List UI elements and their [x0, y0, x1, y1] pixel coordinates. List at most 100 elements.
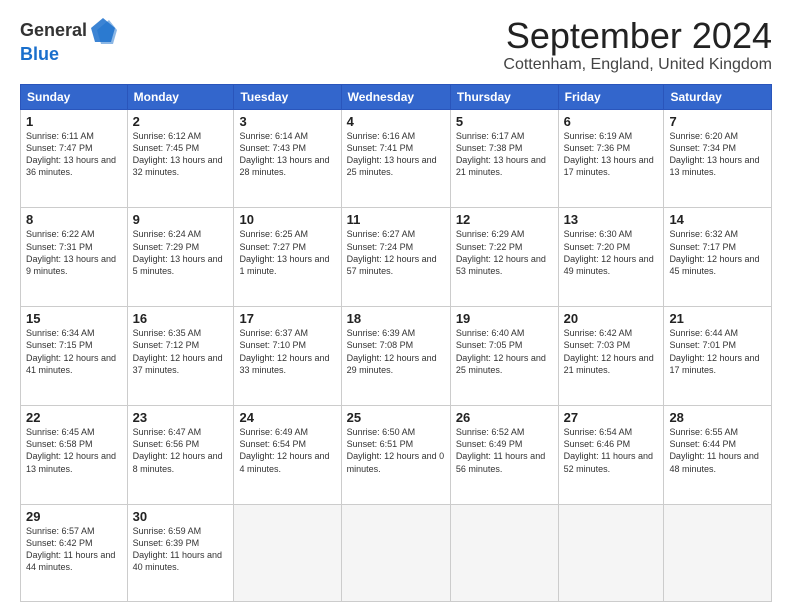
- col-monday: Monday: [127, 84, 234, 109]
- day-number: 28: [669, 410, 766, 425]
- cell-text: Sunrise: 6:50 AMSunset: 6:51 PMDaylight:…: [347, 427, 445, 473]
- month-title: September 2024: [503, 16, 772, 56]
- cell-text: Sunrise: 6:49 AMSunset: 6:54 PMDaylight:…: [239, 427, 329, 473]
- logo-blue-text: Blue: [20, 44, 59, 65]
- table-row: 10 Sunrise: 6:25 AMSunset: 7:27 PMDaylig…: [234, 208, 341, 307]
- col-tuesday: Tuesday: [234, 84, 341, 109]
- table-row: 28 Sunrise: 6:55 AMSunset: 6:44 PMDaylig…: [664, 406, 772, 505]
- table-row: 29 Sunrise: 6:57 AMSunset: 6:42 PMDaylig…: [21, 505, 128, 602]
- day-number: 21: [669, 311, 766, 326]
- day-number: 19: [456, 311, 553, 326]
- calendar-header-row: Sunday Monday Tuesday Wednesday Thursday…: [21, 84, 772, 109]
- table-row: [234, 505, 341, 602]
- day-number: 10: [239, 212, 335, 227]
- logo: General Blue: [20, 16, 117, 65]
- cell-text: Sunrise: 6:52 AMSunset: 6:49 PMDaylight:…: [456, 427, 545, 473]
- cell-text: Sunrise: 6:17 AMSunset: 7:38 PMDaylight:…: [456, 131, 546, 177]
- cell-text: Sunrise: 6:25 AMSunset: 7:27 PMDaylight:…: [239, 229, 329, 275]
- table-row: 19 Sunrise: 6:40 AMSunset: 7:05 PMDaylig…: [450, 307, 558, 406]
- calendar-week-row: 1 Sunrise: 6:11 AMSunset: 7:47 PMDayligh…: [21, 109, 772, 208]
- day-number: 7: [669, 114, 766, 129]
- col-friday: Friday: [558, 84, 664, 109]
- table-row: 11 Sunrise: 6:27 AMSunset: 7:24 PMDaylig…: [341, 208, 450, 307]
- cell-text: Sunrise: 6:40 AMSunset: 7:05 PMDaylight:…: [456, 328, 546, 374]
- table-row: 8 Sunrise: 6:22 AMSunset: 7:31 PMDayligh…: [21, 208, 128, 307]
- cell-text: Sunrise: 6:32 AMSunset: 7:17 PMDaylight:…: [669, 229, 759, 275]
- table-row: 23 Sunrise: 6:47 AMSunset: 6:56 PMDaylig…: [127, 406, 234, 505]
- day-number: 1: [26, 114, 122, 129]
- table-row: 9 Sunrise: 6:24 AMSunset: 7:29 PMDayligh…: [127, 208, 234, 307]
- table-row: 18 Sunrise: 6:39 AMSunset: 7:08 PMDaylig…: [341, 307, 450, 406]
- cell-text: Sunrise: 6:30 AMSunset: 7:20 PMDaylight:…: [564, 229, 654, 275]
- day-number: 16: [133, 311, 229, 326]
- cell-text: Sunrise: 6:34 AMSunset: 7:15 PMDaylight:…: [26, 328, 116, 374]
- cell-text: Sunrise: 6:42 AMSunset: 7:03 PMDaylight:…: [564, 328, 654, 374]
- day-number: 25: [347, 410, 445, 425]
- cell-text: Sunrise: 6:24 AMSunset: 7:29 PMDaylight:…: [133, 229, 223, 275]
- cell-text: Sunrise: 6:16 AMSunset: 7:41 PMDaylight:…: [347, 131, 437, 177]
- calendar-page: General Blue September 2024 Cottenham, E…: [0, 0, 792, 612]
- table-row: 4 Sunrise: 6:16 AMSunset: 7:41 PMDayligh…: [341, 109, 450, 208]
- table-row: [664, 505, 772, 602]
- day-number: 12: [456, 212, 553, 227]
- day-number: 13: [564, 212, 659, 227]
- cell-text: Sunrise: 6:35 AMSunset: 7:12 PMDaylight:…: [133, 328, 223, 374]
- cell-text: Sunrise: 6:19 AMSunset: 7:36 PMDaylight:…: [564, 131, 654, 177]
- day-number: 5: [456, 114, 553, 129]
- table-row: 25 Sunrise: 6:50 AMSunset: 6:51 PMDaylig…: [341, 406, 450, 505]
- logo-icon: [89, 16, 117, 44]
- table-row: 21 Sunrise: 6:44 AMSunset: 7:01 PMDaylig…: [664, 307, 772, 406]
- day-number: 27: [564, 410, 659, 425]
- calendar-week-row: 29 Sunrise: 6:57 AMSunset: 6:42 PMDaylig…: [21, 505, 772, 602]
- day-number: 11: [347, 212, 445, 227]
- table-row: 15 Sunrise: 6:34 AMSunset: 7:15 PMDaylig…: [21, 307, 128, 406]
- day-number: 8: [26, 212, 122, 227]
- table-row: 1 Sunrise: 6:11 AMSunset: 7:47 PMDayligh…: [21, 109, 128, 208]
- table-row: 22 Sunrise: 6:45 AMSunset: 6:58 PMDaylig…: [21, 406, 128, 505]
- calendar-week-row: 8 Sunrise: 6:22 AMSunset: 7:31 PMDayligh…: [21, 208, 772, 307]
- day-number: 6: [564, 114, 659, 129]
- table-row: 7 Sunrise: 6:20 AMSunset: 7:34 PMDayligh…: [664, 109, 772, 208]
- table-row: [450, 505, 558, 602]
- cell-text: Sunrise: 6:39 AMSunset: 7:08 PMDaylight:…: [347, 328, 437, 374]
- day-number: 22: [26, 410, 122, 425]
- cell-text: Sunrise: 6:27 AMSunset: 7:24 PMDaylight:…: [347, 229, 437, 275]
- cell-text: Sunrise: 6:47 AMSunset: 6:56 PMDaylight:…: [133, 427, 223, 473]
- cell-text: Sunrise: 6:55 AMSunset: 6:44 PMDaylight:…: [669, 427, 758, 473]
- day-number: 17: [239, 311, 335, 326]
- day-number: 24: [239, 410, 335, 425]
- day-number: 3: [239, 114, 335, 129]
- table-row: 6 Sunrise: 6:19 AMSunset: 7:36 PMDayligh…: [558, 109, 664, 208]
- cell-text: Sunrise: 6:44 AMSunset: 7:01 PMDaylight:…: [669, 328, 759, 374]
- cell-text: Sunrise: 6:12 AMSunset: 7:45 PMDaylight:…: [133, 131, 223, 177]
- title-section: September 2024 Cottenham, England, Unite…: [503, 16, 772, 74]
- header: General Blue September 2024 Cottenham, E…: [20, 16, 772, 74]
- table-row: 20 Sunrise: 6:42 AMSunset: 7:03 PMDaylig…: [558, 307, 664, 406]
- day-number: 29: [26, 509, 122, 524]
- day-number: 30: [133, 509, 229, 524]
- table-row: [341, 505, 450, 602]
- cell-text: Sunrise: 6:14 AMSunset: 7:43 PMDaylight:…: [239, 131, 329, 177]
- cell-text: Sunrise: 6:29 AMSunset: 7:22 PMDaylight:…: [456, 229, 546, 275]
- day-number: 23: [133, 410, 229, 425]
- table-row: 13 Sunrise: 6:30 AMSunset: 7:20 PMDaylig…: [558, 208, 664, 307]
- calendar-table: Sunday Monday Tuesday Wednesday Thursday…: [20, 84, 772, 602]
- table-row: 3 Sunrise: 6:14 AMSunset: 7:43 PMDayligh…: [234, 109, 341, 208]
- cell-text: Sunrise: 6:37 AMSunset: 7:10 PMDaylight:…: [239, 328, 329, 374]
- day-number: 9: [133, 212, 229, 227]
- day-number: 4: [347, 114, 445, 129]
- cell-text: Sunrise: 6:22 AMSunset: 7:31 PMDaylight:…: [26, 229, 116, 275]
- col-sunday: Sunday: [21, 84, 128, 109]
- day-number: 15: [26, 311, 122, 326]
- day-number: 14: [669, 212, 766, 227]
- day-number: 20: [564, 311, 659, 326]
- logo-general-text: General: [20, 20, 87, 41]
- cell-text: Sunrise: 6:57 AMSunset: 6:42 PMDaylight:…: [26, 526, 115, 572]
- calendar-week-row: 15 Sunrise: 6:34 AMSunset: 7:15 PMDaylig…: [21, 307, 772, 406]
- table-row: 5 Sunrise: 6:17 AMSunset: 7:38 PMDayligh…: [450, 109, 558, 208]
- calendar-week-row: 22 Sunrise: 6:45 AMSunset: 6:58 PMDaylig…: [21, 406, 772, 505]
- col-thursday: Thursday: [450, 84, 558, 109]
- table-row: 27 Sunrise: 6:54 AMSunset: 6:46 PMDaylig…: [558, 406, 664, 505]
- table-row: 30 Sunrise: 6:59 AMSunset: 6:39 PMDaylig…: [127, 505, 234, 602]
- day-number: 18: [347, 311, 445, 326]
